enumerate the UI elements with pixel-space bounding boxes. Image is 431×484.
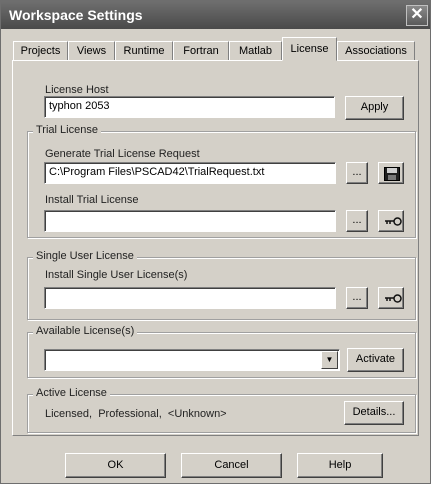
install-single-user-key-button[interactable] (378, 287, 404, 309)
available-licenses-dropdown[interactable]: ▼ (44, 349, 340, 371)
tab-views[interactable]: Views (68, 41, 115, 60)
install-single-user-label: Install Single User License(s) (45, 269, 188, 281)
details-button[interactable]: Details... (344, 401, 404, 425)
workspace-settings-dialog: Workspace Settings ✕ Projects Views Runt… (0, 0, 431, 484)
trial-license-legend: Trial License (33, 124, 101, 136)
tab-runtime[interactable]: Runtime (115, 41, 173, 60)
install-single-user-field[interactable] (44, 287, 336, 309)
cancel-button[interactable]: Cancel (181, 453, 282, 478)
close-button[interactable]: ✕ (406, 5, 428, 26)
active-license-status: Licensed, Professional, <Unknown> (45, 408, 227, 420)
tab-matlab[interactable]: Matlab (229, 41, 282, 60)
key-icon (385, 217, 402, 226)
apply-button[interactable]: Apply (345, 96, 404, 120)
browse-trial-license-button[interactable]: ... (346, 210, 368, 232)
key-icon (385, 294, 402, 303)
install-trial-field[interactable] (44, 210, 336, 232)
save-trial-request-button[interactable] (378, 162, 404, 184)
tab-license[interactable]: License (282, 37, 337, 61)
tab-projects[interactable]: Projects (13, 41, 68, 60)
activate-button[interactable]: Activate (347, 348, 404, 372)
active-license-legend: Active License (33, 387, 110, 399)
dialog-title: Workspace Settings (9, 7, 143, 23)
trial-request-path-field[interactable]: C:\Program Files\PSCAD42\TrialRequest.tx… (44, 162, 336, 184)
generate-trial-label: Generate Trial License Request (45, 148, 200, 160)
available-licenses-legend: Available License(s) (33, 325, 138, 337)
license-host-label: License Host (45, 84, 109, 96)
floppy-disk-icon (384, 167, 400, 181)
ok-button[interactable]: OK (65, 453, 166, 478)
single-user-legend: Single User License (33, 250, 137, 262)
install-trial-key-button[interactable] (378, 210, 404, 232)
help-button[interactable]: Help (297, 453, 383, 478)
install-trial-label: Install Trial License (45, 194, 139, 206)
title-bar[interactable]: Workspace Settings ✕ (1, 1, 430, 29)
tab-fortran[interactable]: Fortran (173, 41, 229, 60)
browse-single-user-button[interactable]: ... (346, 287, 368, 309)
browse-trial-request-button[interactable]: ... (346, 162, 368, 184)
tab-associations[interactable]: Associations (337, 41, 415, 60)
dropdown-arrow-icon[interactable]: ▼ (321, 351, 338, 369)
license-host-field[interactable]: typhon 2053 (44, 96, 335, 118)
